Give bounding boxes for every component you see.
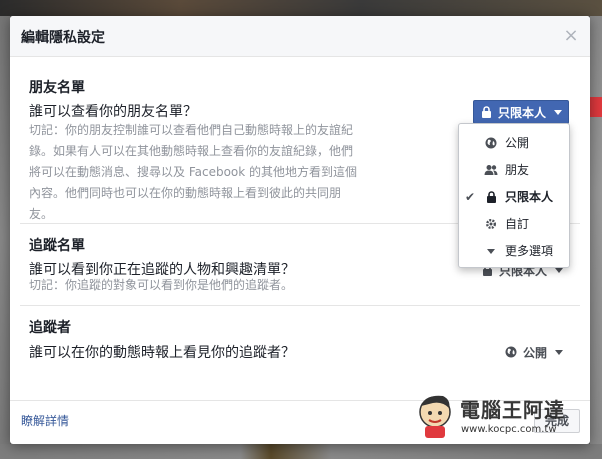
following-list-hint: 切記：你追蹤的對象可以看到你是他們的追蹤者。: [29, 278, 294, 292]
dropdown-item-more-options[interactable]: 更多選項: [459, 237, 569, 264]
footer-divider: [10, 400, 590, 401]
section-divider: [20, 305, 580, 306]
chevron-down-icon: [554, 109, 563, 115]
followers-privacy-label: 公開: [523, 345, 548, 360]
following-list-section-title: 追蹤名單: [29, 238, 85, 254]
chevron-down-icon: [555, 267, 564, 273]
hint-line: 將可以在動態消息、搜尋以及 Facebook 的其他地方看到這個: [29, 165, 358, 179]
dropdown-item-only-me[interactable]: ✔ 只限本人: [459, 183, 569, 210]
dropdown-item-label: 更多選項: [505, 244, 554, 258]
dropdown-item-label: 朋友: [505, 163, 530, 177]
backdrop-top-strip: [0, 0, 602, 16]
backdrop-right-strip: [590, 16, 602, 459]
chevron-down-icon: [555, 349, 564, 355]
globe-icon: [481, 137, 501, 149]
backdrop-bottom-strip: [0, 444, 602, 459]
dropdown-item-label: 自訂: [505, 217, 530, 231]
hint-line: 切記：你的朋友控制誰可以查看他們自己動態時報上的友誼紀: [29, 123, 354, 137]
lock-icon: [481, 190, 501, 203]
friends-icon: [481, 164, 501, 176]
globe-icon: [505, 346, 517, 358]
followers-privacy-button[interactable]: 公開: [499, 340, 569, 364]
gear-icon: [481, 218, 501, 230]
followers-question: 誰可以在你的動態時報上看見你的追蹤者？: [29, 345, 295, 361]
check-icon: ✔: [464, 189, 476, 204]
dropdown-item-label: 公開: [505, 136, 530, 150]
hint-line: 內容。他們同時也可以在你的動態時報上看到彼此的共同朋: [29, 186, 342, 200]
close-button[interactable]: ×: [561, 26, 581, 46]
lock-icon: [480, 106, 492, 118]
friends-list-question: 誰可以查看你的朋友名單？: [29, 104, 197, 120]
dialog-title: 編輯隱私設定: [21, 30, 105, 46]
learn-more-link[interactable]: 瞭解詳情: [21, 412, 69, 429]
done-button[interactable]: 完成: [534, 409, 580, 433]
dialog-header: 編輯隱私設定 ×: [10, 16, 590, 57]
caret-down-icon: [481, 247, 501, 255]
hint-line: 友。: [29, 207, 54, 221]
dropdown-item-label: 只限本人: [505, 190, 554, 204]
friends-list-section-title: 朋友名單: [29, 80, 85, 96]
followers-section-title: 追蹤者: [29, 320, 71, 336]
backdrop-left-strip: [0, 16, 10, 459]
backdrop-badge: [590, 97, 602, 117]
hint-line: 錄。如果有人可以在其他動態時報上查看你的友誼紀錄，他們: [29, 144, 354, 158]
friends-list-privacy-button[interactable]: 只限本人: [473, 100, 570, 124]
friends-list-privacy-label: 只限本人: [498, 105, 547, 120]
dropdown-item-friends[interactable]: 朋友: [459, 156, 569, 183]
privacy-dropdown-menu: 公開 朋友 ✔ 只限本人 自訂 更多選項: [458, 123, 570, 268]
dropdown-item-custom[interactable]: 自訂: [459, 210, 569, 237]
friends-list-hint: 切記：你的朋友控制誰可以查看他們自己動態時報上的友誼紀 錄。如果有人可以在其他動…: [29, 120, 449, 225]
dropdown-item-public[interactable]: 公開: [459, 129, 569, 156]
